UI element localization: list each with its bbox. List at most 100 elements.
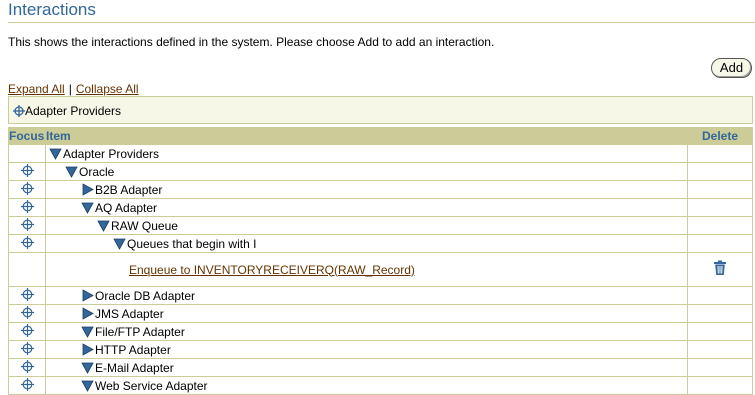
focus-breadcrumb-label[interactable]: Adapter Providers (25, 104, 121, 118)
triangle-down-icon[interactable] (49, 147, 63, 161)
item-cell: Oracle DB Adapter (46, 287, 688, 305)
table-row: Oracle (9, 163, 753, 181)
triangle-down-icon[interactable] (81, 325, 95, 339)
delete-cell (688, 323, 753, 341)
triangle-right-icon[interactable] (81, 307, 95, 321)
delete-cell (688, 377, 753, 395)
tree-node-label: B2B Adapter (95, 183, 162, 197)
focus-cell (9, 199, 46, 217)
crosshair-icon[interactable] (21, 288, 34, 304)
item-cell: Queues that begin with I (46, 235, 688, 253)
item-column-header: Item (46, 128, 688, 145)
focus-cell (9, 181, 46, 199)
focus-cell (9, 359, 46, 377)
item-cell: HTTP Adapter (46, 341, 688, 359)
collapse-all-link[interactable]: Collapse All (76, 82, 139, 96)
focus-cell (9, 323, 46, 341)
interactions-tree-table: Focus Item Delete Adapter Providers Oracl… (8, 127, 753, 395)
focus-cell (9, 217, 46, 235)
table-row: E-Mail Adapter (9, 359, 753, 377)
table-row: Web Service Adapter (9, 377, 753, 395)
table-row: Oracle DB Adapter (9, 287, 753, 305)
tree-node: JMS Adapter (81, 307, 164, 321)
tree-node-label: Oracle DB Adapter (95, 289, 195, 303)
page-description: This shows the interactions defined in t… (8, 35, 494, 49)
table-header-row: Focus Item Delete (9, 128, 753, 145)
crosshair-icon (13, 105, 25, 117)
item-cell: E-Mail Adapter (46, 359, 688, 377)
table-row: B2B Adapter (9, 181, 753, 199)
crosshair-icon[interactable] (21, 182, 34, 198)
tree-node-label: Oracle (79, 165, 114, 179)
interaction-link[interactable]: Enqueue to INVENTORYRECEIVERQ(RAW_Record… (129, 263, 415, 277)
expand-collapse-links: Expand All | Collapse All (8, 82, 139, 96)
triangle-down-icon[interactable] (97, 219, 111, 233)
focus-cell (9, 145, 46, 163)
tree-body: Adapter Providers Oracle B2B Adapter AQ Ada… (9, 145, 753, 395)
delete-cell (688, 287, 753, 305)
tree-node: Oracle DB Adapter (81, 289, 195, 303)
triangle-right-icon[interactable] (81, 343, 95, 357)
tree-node: B2B Adapter (81, 183, 162, 197)
crosshair-icon[interactable] (21, 236, 34, 252)
triangle-right-icon[interactable] (81, 289, 95, 303)
title-divider (8, 22, 755, 23)
table-row: Adapter Providers (9, 145, 753, 163)
delete-column-header: Delete (688, 128, 753, 145)
tree-node: E-Mail Adapter (81, 361, 174, 375)
table-row: RAW Queue (9, 217, 753, 235)
tree-node-label: E-Mail Adapter (95, 361, 174, 375)
triangle-right-icon[interactable] (81, 183, 95, 197)
page-title: Interactions (8, 0, 96, 20)
tree-node: AQ Adapter (81, 201, 157, 215)
table-row: Enqueue to INVENTORYRECEIVERQ(RAW_Record… (9, 253, 753, 287)
crosshair-icon[interactable] (21, 306, 34, 322)
delete-cell (688, 199, 753, 217)
crosshair-icon[interactable] (21, 342, 34, 358)
item-cell: Adapter Providers (46, 145, 688, 163)
triangle-down-icon[interactable] (65, 165, 79, 179)
delete-cell (688, 145, 753, 163)
table-row: AQ Adapter (9, 199, 753, 217)
delete-cell (688, 341, 753, 359)
focus-cell (9, 235, 46, 253)
triangle-down-icon[interactable] (81, 379, 95, 393)
tree-node-label: AQ Adapter (95, 201, 157, 215)
tree-node: File/FTP Adapter (81, 325, 185, 339)
expand-all-link[interactable]: Expand All (8, 82, 65, 96)
crosshair-icon[interactable] (21, 360, 34, 376)
tree-node: Enqueue to INVENTORYRECEIVERQ(RAW_Record… (129, 263, 415, 277)
delete-cell (688, 253, 753, 287)
table-row: HTTP Adapter (9, 341, 753, 359)
item-cell: Web Service Adapter (46, 377, 688, 395)
delete-cell (688, 163, 753, 181)
crosshair-icon[interactable] (21, 324, 34, 340)
crosshair-icon[interactable] (21, 378, 34, 394)
item-cell: B2B Adapter (46, 181, 688, 199)
triangle-down-icon[interactable] (113, 237, 127, 251)
triangle-down-icon[interactable] (81, 361, 95, 375)
tree-node-label: RAW Queue (111, 219, 178, 233)
item-cell: Enqueue to INVENTORYRECEIVERQ(RAW_Record… (46, 253, 688, 287)
tree-node: Adapter Providers (49, 147, 159, 161)
tree-node: Oracle (65, 165, 114, 179)
focus-cell (9, 305, 46, 323)
tree-node-label: Web Service Adapter (95, 379, 208, 393)
item-cell: RAW Queue (46, 217, 688, 235)
focus-cell (9, 377, 46, 395)
trash-icon[interactable] (713, 260, 727, 279)
focus-path-bar: Adapter Providers (8, 96, 753, 124)
crosshair-icon[interactable] (21, 200, 34, 216)
tree-node-label: Adapter Providers (63, 147, 159, 161)
table-row: JMS Adapter (9, 305, 753, 323)
delete-cell (688, 235, 753, 253)
triangle-down-icon[interactable] (81, 201, 95, 215)
focus-cell (9, 253, 46, 287)
crosshair-icon[interactable] (21, 164, 34, 180)
crosshair-icon[interactable] (21, 218, 34, 234)
table-row: File/FTP Adapter (9, 323, 753, 341)
item-cell: AQ Adapter (46, 199, 688, 217)
link-separator: | (69, 82, 72, 96)
tree-node: Queues that begin with I (113, 237, 256, 251)
add-button[interactable]: Add (711, 58, 752, 78)
